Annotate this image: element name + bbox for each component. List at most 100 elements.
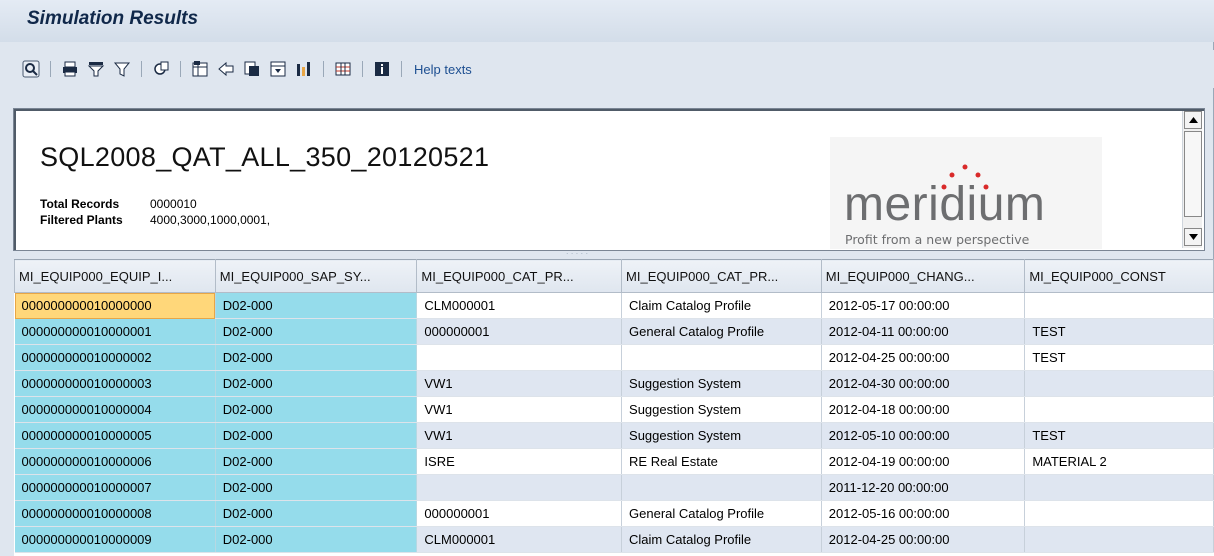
details-icon[interactable] <box>20 58 42 80</box>
column-header[interactable]: MI_EQUIP000_CAT_PR... <box>416 259 623 293</box>
grid-icon[interactable] <box>332 58 354 80</box>
spreadsheet-icon[interactable] <box>189 58 211 80</box>
table-cell[interactable]: TEST <box>1024 318 1214 345</box>
table-cell[interactable]: VW1 <box>416 396 623 423</box>
help-texts-button[interactable]: Help texts <box>414 62 472 77</box>
info-icon[interactable] <box>371 58 393 80</box>
table-cell[interactable]: 000000000010000001 <box>14 318 216 345</box>
table-cell[interactable]: 2012-04-30 00:00:00 <box>821 370 1026 397</box>
table-cell[interactable]: TEST <box>1024 344 1214 371</box>
table-cell[interactable]: Suggestion System <box>621 370 822 397</box>
scroll-up-icon[interactable] <box>1184 111 1202 129</box>
table-cell[interactable]: D02-000 <box>215 422 418 449</box>
table-cell[interactable]: 2012-04-25 00:00:00 <box>821 526 1026 553</box>
table-cell[interactable] <box>1024 396 1214 423</box>
total-records-value: 0000010 <box>150 197 197 211</box>
table-cell[interactable]: D02-000 <box>215 396 418 423</box>
table-cell[interactable]: 000000000010000007 <box>14 474 216 501</box>
table-cell[interactable]: General Catalog Profile <box>621 500 822 527</box>
send-icon[interactable] <box>215 58 237 80</box>
table-cell[interactable]: 000000000010000005 <box>14 422 216 449</box>
table-cell[interactable]: TEST <box>1024 422 1214 449</box>
table-cell[interactable]: 2012-04-19 00:00:00 <box>821 448 1026 475</box>
table-cell[interactable]: General Catalog Profile <box>621 318 822 345</box>
table-cell[interactable]: 2012-04-18 00:00:00 <box>821 396 1026 423</box>
table-row[interactable]: 000000000010000002 D02-000 2012-04-25 00:0… <box>14 344 1214 371</box>
table-cell[interactable]: MATERIAL 2 <box>1024 448 1214 475</box>
table-cell[interactable]: Suggestion System <box>621 422 822 449</box>
table-cell[interactable]: D02-000 <box>215 474 418 501</box>
table-row[interactable]: 000000000010000004 D02-000 VW1 Suggestion S… <box>14 396 1214 423</box>
table-cell[interactable]: VW1 <box>416 422 623 449</box>
column-header[interactable]: MI_EQUIP000_EQUIP_I... <box>14 259 216 293</box>
table-cell[interactable]: 2012-04-25 00:00:00 <box>821 344 1026 371</box>
column-header[interactable]: MI_EQUIP000_CHANG... <box>820 259 1026 293</box>
graphic-icon[interactable] <box>293 58 315 80</box>
table-row[interactable]: 000000000010000005 D02-000 VW1 Suggestion S… <box>14 422 1214 449</box>
table-cell[interactable]: D02-000 <box>215 318 418 345</box>
table-cell[interactable]: 2012-05-17 00:00:00 <box>821 292 1026 319</box>
layout-icon[interactable] <box>241 58 263 80</box>
table-row[interactable]: 000000000010000000 D02-000 CLM000001 Claim … <box>14 292 1214 319</box>
table-cell[interactable] <box>1024 500 1214 527</box>
table-cell[interactable]: 000000000010000009 <box>14 526 216 553</box>
table-cell[interactable]: 000000000010000004 <box>14 396 216 423</box>
table-cell[interactable]: Claim Catalog Profile <box>621 292 822 319</box>
header-vertical-scrollbar[interactable] <box>1182 111 1202 248</box>
table-cell[interactable]: D02-000 <box>215 448 418 475</box>
set-filter-icon[interactable] <box>85 58 107 80</box>
toolbar-separator <box>50 61 51 77</box>
table-cell[interactable]: D02-000 <box>215 500 418 527</box>
scroll-down-icon[interactable] <box>1184 228 1202 246</box>
table-cell[interactable] <box>1024 370 1214 397</box>
column-header[interactable]: MI_EQUIP000_CONST <box>1024 259 1214 293</box>
report-title: SQL2008_QAT_ALL_350_20120521 <box>40 142 490 172</box>
window-title: Simulation Results <box>27 8 199 29</box>
table-cell[interactable]: 000000000010000006 <box>14 448 216 475</box>
table-cell[interactable]: 000000000010000008 <box>14 500 216 527</box>
table-cell[interactable]: ISRE <box>416 448 623 475</box>
table-cell[interactable]: Suggestion System <box>621 396 822 423</box>
table-row[interactable]: 000000000010000006 D02-000 ISRE RE Real Est… <box>14 448 1214 475</box>
table-cell[interactable]: 2012-04-11 00:00:00 <box>821 318 1026 345</box>
table-cell[interactable]: Claim Catalog Profile <box>621 526 822 553</box>
table-cell[interactable]: 2012-05-10 00:00:00 <box>821 422 1026 449</box>
table-cell[interactable]: 2011-12-20 00:00:00 <box>821 474 1026 501</box>
toolbar-separator <box>362 61 363 77</box>
table-cell[interactable]: 000000000010000000 <box>14 292 216 319</box>
filter-icon[interactable] <box>111 58 133 80</box>
table-row[interactable]: 000000000010000003 D02-000 VW1 Suggestion S… <box>14 370 1214 397</box>
table-cell[interactable]: VW1 <box>416 370 623 397</box>
table-cell[interactable]: 2012-05-16 00:00:00 <box>821 500 1026 527</box>
column-header[interactable]: MI_EQUIP000_CAT_PR... <box>621 259 822 293</box>
table-cell[interactable]: RE Real Estate <box>621 448 822 475</box>
scroll-thumb[interactable] <box>1184 131 1202 217</box>
table-cell[interactable] <box>1024 526 1214 553</box>
print-icon[interactable] <box>59 58 81 80</box>
toolbar: Help texts <box>0 50 1214 88</box>
table-cell[interactable]: D02-000 <box>215 526 418 553</box>
table-cell[interactable]: D02-000 <box>215 292 418 319</box>
table-cell[interactable]: 000000000010000002 <box>14 344 216 371</box>
table-cell[interactable]: 000000000010000003 <box>14 370 216 397</box>
table-row[interactable]: 000000000010000009 D02-000 CLM000001 Claim … <box>14 526 1214 553</box>
table-cell[interactable] <box>621 474 822 501</box>
table-cell[interactable]: 000000001 <box>416 318 623 345</box>
table-cell[interactable]: D02-000 <box>215 344 418 371</box>
table-cell[interactable]: 000000001 <box>416 500 623 527</box>
table-cell[interactable] <box>1024 474 1214 501</box>
table-cell[interactable]: D02-000 <box>215 370 418 397</box>
export-icon[interactable] <box>150 58 172 80</box>
choose-layout-icon[interactable] <box>267 58 289 80</box>
table-row[interactable]: 000000000010000001 D02-000 000000001 Genera… <box>14 318 1214 345</box>
splitter-handle[interactable]: · · · · · <box>560 250 594 258</box>
table-cell[interactable]: CLM000001 <box>416 292 623 319</box>
table-row[interactable]: 000000000010000007 D02-000 2011-12-20 00:0… <box>14 474 1214 501</box>
column-header[interactable]: MI_EQUIP000_SAP_SY... <box>214 259 418 293</box>
table-cell[interactable] <box>416 344 623 371</box>
table-row[interactable]: 000000000010000008 D02-000 000000001 Genera… <box>14 500 1214 527</box>
table-cell[interactable] <box>1024 292 1214 319</box>
table-cell[interactable]: CLM000001 <box>416 526 623 553</box>
table-cell[interactable] <box>621 344 822 371</box>
table-cell[interactable] <box>416 474 623 501</box>
